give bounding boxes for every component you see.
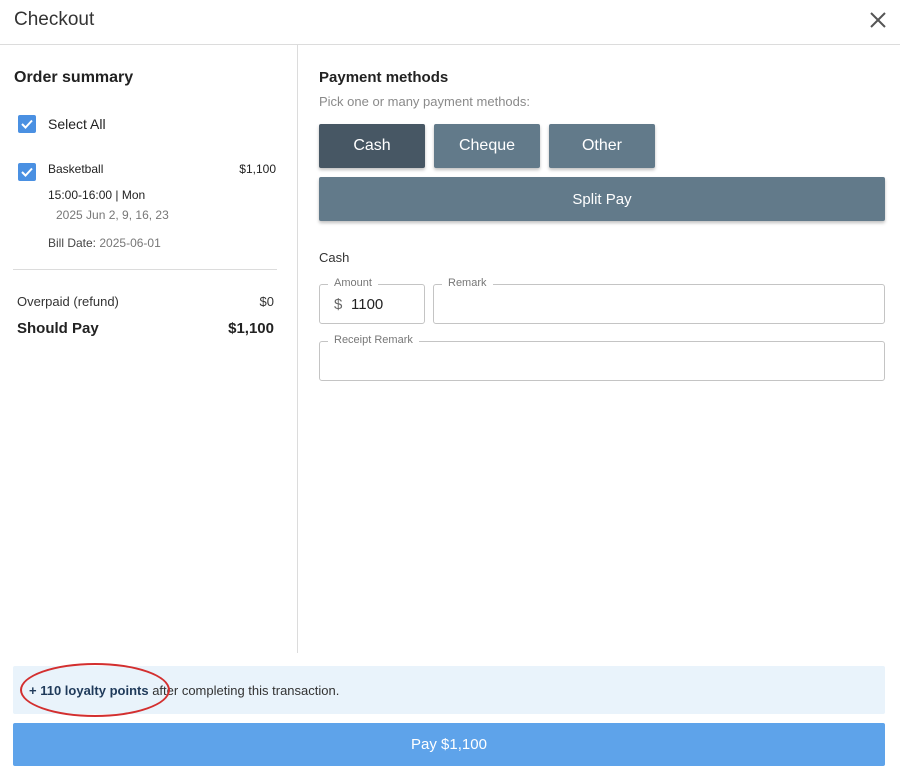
order-summary-title: Order summary (14, 69, 134, 86)
overpaid-label: Overpaid (refund) (17, 294, 119, 309)
check-icon (21, 167, 33, 177)
payment-panel: Payment methods Pick one or many payment… (299, 45, 900, 653)
pay-button[interactable]: Pay $1,100 (13, 723, 885, 766)
item-dates: 2025 Jun 2, 9, 16, 23 (56, 208, 169, 222)
receipt-remark-label: Receipt Remark (328, 334, 419, 346)
loyalty-points-suffix: after completing this transaction. (148, 683, 340, 698)
amount-field[interactable]: Amount $ 1100 (319, 277, 425, 324)
cash-section-label: Cash (319, 250, 350, 265)
overpaid-row: Overpaid (refund) $0 (17, 294, 274, 309)
should-pay-row: Should Pay $1,100 (17, 320, 274, 337)
remark-label: Remark (442, 277, 493, 289)
cheque-button[interactable]: Cheque (434, 124, 540, 168)
bill-date-label: Bill Date: (48, 236, 97, 250)
should-pay-value: $1,100 (228, 320, 274, 337)
dialog-header: Checkout (0, 0, 900, 45)
amount-label: Amount (328, 277, 378, 289)
loyalty-points-value: + 110 loyalty points (29, 683, 149, 698)
check-icon (21, 119, 33, 129)
bill-date-value: 2025-06-01 (99, 236, 161, 250)
cash-button[interactable]: Cash (319, 124, 425, 168)
select-all-checkbox[interactable] (18, 115, 36, 133)
overpaid-value: $0 (259, 294, 274, 309)
payment-methods-title: Payment methods (319, 69, 449, 86)
select-all-label[interactable]: Select All (48, 116, 106, 132)
item-bill-date: Bill Date: 2025-06-01 (48, 236, 161, 250)
split-pay-button[interactable]: Split Pay (319, 177, 885, 221)
loyalty-points-notice: + 110 loyalty points after completing th… (13, 663, 885, 717)
item-checkbox[interactable] (18, 163, 36, 181)
item-name: Basketball (48, 162, 104, 176)
should-pay-label: Should Pay (17, 320, 99, 337)
dialog-title: Checkout (14, 9, 95, 30)
remark-field[interactable]: Remark (433, 277, 885, 324)
other-button[interactable]: Other (549, 124, 655, 168)
receipt-remark-field[interactable]: Receipt Remark (319, 334, 885, 381)
currency-symbol: $ (334, 296, 343, 313)
order-summary-panel: Order summary Select All Basketball $1,1… (0, 45, 298, 653)
amount-value[interactable]: 1100 (351, 296, 383, 313)
close-icon[interactable] (866, 8, 890, 32)
loyalty-points-text: + 110 loyalty points after completing th… (29, 683, 339, 698)
item-time: 15:00-16:00 | Mon (48, 188, 146, 202)
payment-methods-subtitle: Pick one or many payment methods: (319, 94, 530, 109)
summary-divider (13, 269, 277, 270)
item-price: $1,100 (239, 162, 276, 176)
